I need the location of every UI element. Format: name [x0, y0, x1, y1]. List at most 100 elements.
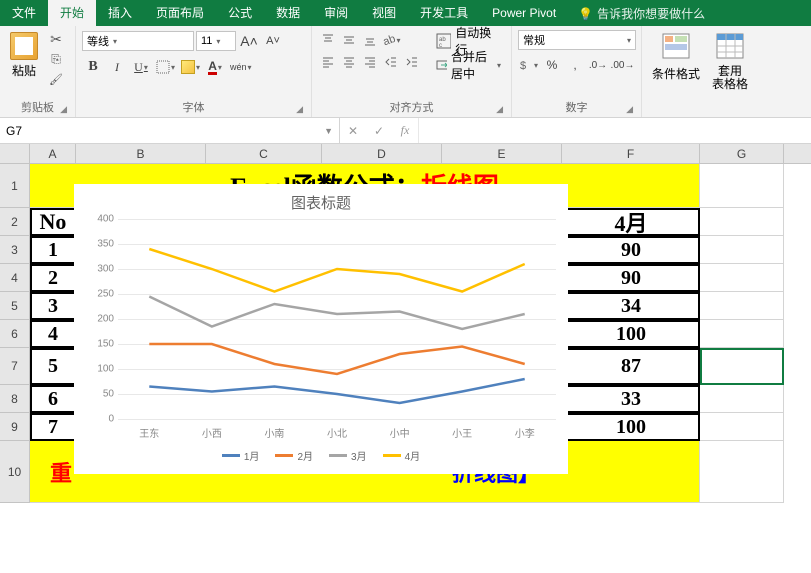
percent-button[interactable]: %: [541, 54, 563, 76]
accounting-format-button[interactable]: $: [518, 54, 540, 76]
tab-file[interactable]: 文件: [0, 0, 48, 26]
cell-no[interactable]: 5: [30, 348, 76, 385]
insert-function-button[interactable]: fx: [392, 118, 418, 143]
font-color-button[interactable]: A: [204, 56, 226, 78]
select-all-corner[interactable]: [0, 144, 30, 163]
tab-view[interactable]: 视图: [360, 0, 408, 26]
conditional-format-button[interactable]: 条件格式: [648, 30, 704, 84]
cell[interactable]: [700, 236, 784, 264]
tab-data[interactable]: 数据: [264, 0, 312, 26]
cell-no[interactable]: 6: [30, 385, 76, 413]
cell-no[interactable]: 3: [30, 292, 76, 320]
align-left-button[interactable]: [318, 52, 338, 72]
cell[interactable]: [700, 164, 784, 208]
name-box[interactable]: G7 ▼: [0, 118, 340, 143]
number-format-combo[interactable]: 常规▾: [518, 30, 636, 50]
column-header-A[interactable]: A: [30, 144, 76, 163]
format-painter-button[interactable]: [46, 70, 66, 88]
enter-formula-button[interactable]: ✓: [366, 118, 392, 143]
increase-decimal-button[interactable]: .0→: [587, 54, 609, 76]
align-launcher[interactable]: ◢: [496, 104, 503, 115]
cell-no[interactable]: 7: [30, 413, 76, 441]
row-header[interactable]: 3: [0, 236, 30, 264]
fill-color-button[interactable]: [179, 56, 202, 78]
column-header-E[interactable]: E: [442, 144, 562, 163]
header-no[interactable]: No: [30, 208, 76, 236]
header-month4[interactable]: 4月: [562, 208, 700, 236]
column-header-F[interactable]: F: [562, 144, 700, 163]
tab-developer[interactable]: 开发工具: [408, 0, 480, 26]
column-header-D[interactable]: D: [322, 144, 442, 163]
italic-button[interactable]: I: [106, 56, 128, 78]
row-header[interactable]: 7: [0, 348, 30, 385]
cell-month4[interactable]: 90: [562, 264, 700, 292]
tab-review[interactable]: 审阅: [312, 0, 360, 26]
merge-center-button[interactable]: 合并后居中: [432, 54, 505, 76]
clipboard-launcher[interactable]: ◢: [60, 104, 67, 115]
font-launcher[interactable]: ◢: [296, 104, 303, 115]
bold-button[interactable]: B: [82, 56, 104, 78]
row-header[interactable]: 2: [0, 208, 30, 236]
cell-month4[interactable]: 33: [562, 385, 700, 413]
row-header[interactable]: 4: [0, 264, 30, 292]
tab-layout[interactable]: 页面布局: [144, 0, 216, 26]
row-header[interactable]: 8: [0, 385, 30, 413]
comma-button[interactable]: ,: [564, 54, 586, 76]
underline-button[interactable]: U: [130, 56, 152, 78]
align-bottom-button[interactable]: [360, 30, 380, 50]
cell[interactable]: [700, 413, 784, 441]
name-box-dropdown[interactable]: ▼: [324, 126, 333, 136]
phonetic-button[interactable]: wén: [228, 56, 254, 78]
tell-me-search[interactable]: 💡告诉我你想要做什么: [578, 5, 705, 22]
align-top-button[interactable]: [318, 30, 338, 50]
embedded-chart[interactable]: 图表标题050100150200250300350400王东小西小南小北小中小王…: [74, 184, 568, 474]
worksheet-grid[interactable]: 1Excel函数公式：折线图2No4月319042905334641007587…: [0, 164, 811, 503]
cell[interactable]: [700, 441, 784, 503]
cell-month4[interactable]: 90: [562, 236, 700, 264]
cell-no[interactable]: 4: [30, 320, 76, 348]
y-tick: 200: [97, 314, 114, 325]
orientation-button[interactable]: ab: [381, 30, 401, 50]
cell-month4[interactable]: 87: [562, 348, 700, 385]
paste-button[interactable]: 粘贴: [6, 30, 42, 81]
column-header-G[interactable]: G: [700, 144, 784, 163]
increase-font-button[interactable]: A˄: [238, 30, 260, 52]
row-header[interactable]: 10: [0, 441, 30, 503]
cell-no[interactable]: 1: [30, 236, 76, 264]
align-right-button[interactable]: [360, 52, 380, 72]
tab-powerpivot[interactable]: Power Pivot: [480, 0, 568, 26]
cell[interactable]: [700, 208, 784, 236]
cell[interactable]: [700, 264, 784, 292]
column-header-C[interactable]: C: [206, 144, 322, 163]
column-header-B[interactable]: B: [76, 144, 206, 163]
cell-month4[interactable]: 100: [562, 320, 700, 348]
decrease-indent-button[interactable]: [381, 52, 401, 72]
copy-button[interactable]: [46, 50, 66, 68]
font-size-combo[interactable]: 11▾: [196, 31, 236, 51]
active-cell[interactable]: [700, 348, 784, 385]
row-header[interactable]: 9: [0, 413, 30, 441]
row-header[interactable]: 6: [0, 320, 30, 348]
tab-insert[interactable]: 插入: [96, 0, 144, 26]
decrease-decimal-button[interactable]: .00→: [610, 54, 635, 76]
cell-month4[interactable]: 100: [562, 413, 700, 441]
cell[interactable]: [700, 385, 784, 413]
number-launcher[interactable]: ◢: [626, 104, 633, 115]
align-center-button[interactable]: [339, 52, 359, 72]
align-middle-button[interactable]: [339, 30, 359, 50]
cell-no[interactable]: 2: [30, 264, 76, 292]
cell-month4[interactable]: 34: [562, 292, 700, 320]
row-header[interactable]: 1: [0, 164, 30, 208]
cut-button[interactable]: [46, 30, 66, 48]
cancel-formula-button[interactable]: ✕: [340, 118, 366, 143]
row-header[interactable]: 5: [0, 292, 30, 320]
increase-indent-button[interactable]: [402, 52, 422, 72]
border-button[interactable]: [154, 56, 177, 78]
cell[interactable]: [700, 320, 784, 348]
tab-home[interactable]: 开始: [48, 0, 96, 26]
cell[interactable]: [700, 292, 784, 320]
tab-formulas[interactable]: 公式: [216, 0, 264, 26]
decrease-font-button[interactable]: A˅: [262, 30, 284, 52]
format-as-table-button[interactable]: 套用 表格格: [708, 30, 752, 93]
font-family-combo[interactable]: 等线▾: [82, 31, 194, 51]
